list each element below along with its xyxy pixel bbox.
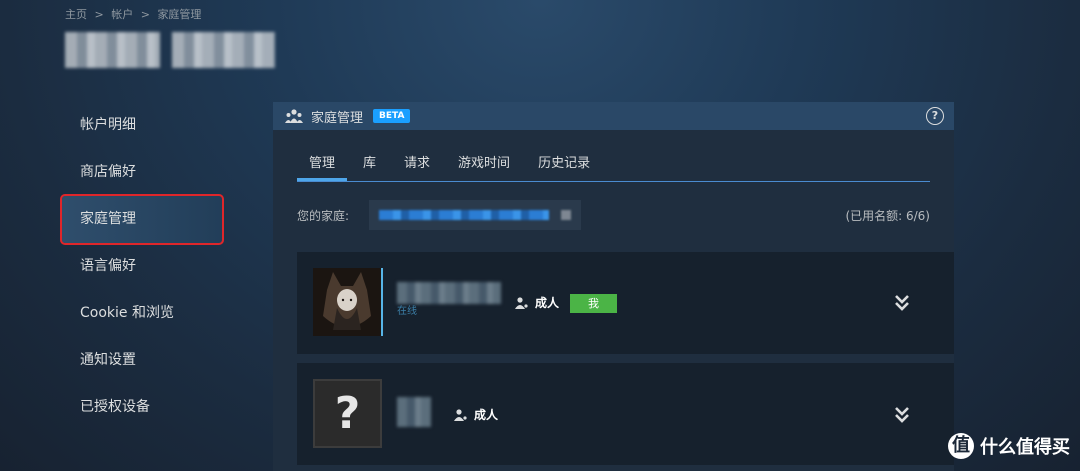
sidebar-item-family-management[interactable]: 家庭管理	[60, 194, 224, 245]
family-name-redacted[interactable]	[369, 200, 582, 230]
family-management-panel: 家庭管理 BETA ? 管理 库 请求 游戏时间 历史记录 您的家庭: (已用名…	[273, 102, 954, 471]
avatar[interactable]	[313, 268, 381, 336]
breadcrumb: 主页 > 帐户 > 家庭管理	[65, 6, 205, 22]
avatar-placeholder[interactable]: ?	[313, 379, 382, 448]
member-role: 成人	[515, 294, 559, 311]
breadcrumb-separator: >	[140, 8, 150, 21]
family-row: 您的家庭: (已用名额: 6/6)	[297, 200, 930, 230]
beta-badge: BETA	[373, 109, 411, 123]
member-card[interactable]: ? 成人	[297, 363, 954, 465]
breadcrumb-home[interactable]: 主页	[65, 8, 87, 21]
sidebar-item-account-details[interactable]: 帐户明细	[62, 102, 222, 149]
member-name-redacted	[397, 397, 431, 427]
breadcrumb-separator: >	[94, 8, 104, 21]
help-icon[interactable]: ?	[926, 107, 944, 125]
family-label: 您的家庭:	[297, 208, 350, 223]
adult-icon	[515, 296, 528, 309]
online-indicator	[381, 268, 383, 336]
redacted-block	[65, 32, 160, 68]
me-badge: 我	[570, 294, 617, 313]
sidebar-item-store-preferences[interactable]: 商店偏好	[62, 149, 222, 196]
tab-manage[interactable]: 管理	[297, 152, 348, 181]
tab-library[interactable]: 库	[351, 152, 388, 181]
tab-history[interactable]: 历史记录	[526, 152, 602, 181]
panel-header: 家庭管理 BETA ?	[273, 102, 954, 130]
watermark-logo: 值	[948, 433, 974, 459]
member-status: 在线	[397, 306, 417, 317]
member-name-redacted	[397, 282, 501, 304]
sidebar-item-authorized-devices[interactable]: 已授权设备	[62, 384, 222, 431]
avatar-image	[313, 268, 381, 336]
username-redacted	[65, 32, 275, 68]
member-role-label: 成人	[474, 408, 499, 422]
redacted-block	[172, 32, 275, 68]
adult-icon	[454, 408, 467, 421]
sidebar-item-language-preferences[interactable]: 语言偏好	[62, 243, 222, 290]
panel-title: 家庭管理	[311, 110, 364, 126]
sidebar-item-notification-settings[interactable]: 通知设置	[62, 337, 222, 384]
slots-used: (已用名额: 6/6)	[845, 208, 930, 223]
family-icon	[285, 109, 303, 123]
chevron-down-icon[interactable]	[894, 406, 910, 424]
breadcrumb-account[interactable]: 帐户	[111, 8, 133, 21]
tab-bar: 管理 库 请求 游戏时间 历史记录	[297, 152, 930, 182]
sidebar: 帐户明细 商店偏好 家庭管理 语言偏好 Cookie 和浏览 通知设置 已授权设…	[60, 102, 224, 431]
tab-playtime[interactable]: 游戏时间	[446, 152, 522, 181]
chevron-down-icon[interactable]	[894, 294, 910, 312]
breadcrumb-family: 家庭管理	[157, 8, 202, 21]
redacted-block	[561, 210, 572, 220]
member-role: 成人	[454, 406, 498, 423]
tab-requests[interactable]: 请求	[392, 152, 442, 181]
redacted-block	[379, 210, 550, 220]
sidebar-item-cookies-browsing[interactable]: Cookie 和浏览	[62, 290, 222, 337]
watermark-text: 什么值得买	[980, 437, 1070, 458]
watermark: 值 什么值得买	[948, 433, 1070, 459]
member-role-label: 成人	[535, 296, 560, 310]
member-card[interactable]: 在线 成人 我	[297, 252, 954, 354]
